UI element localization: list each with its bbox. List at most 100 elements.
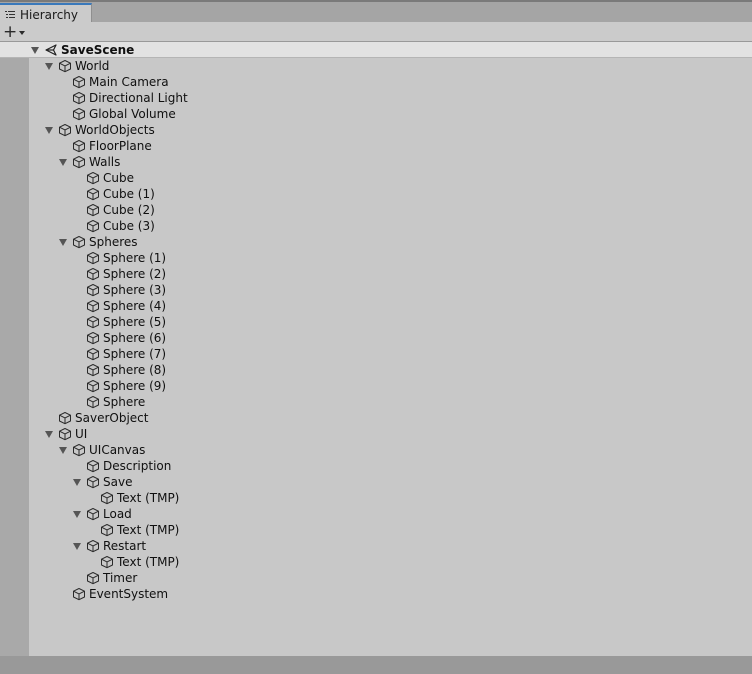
tab-label: Hierarchy xyxy=(20,7,79,22)
gameobject-cube-icon xyxy=(87,476,99,489)
tree-item[interactable]: Sphere (1) xyxy=(73,250,166,266)
tree-item-label: Restart xyxy=(103,539,147,553)
tree-item-label: Cube xyxy=(103,171,134,185)
plus-icon: + xyxy=(3,21,18,42)
gameobject-cube-icon xyxy=(87,316,99,329)
tree-item[interactable]: UICanvas xyxy=(59,442,145,458)
tree-item-label: Text (TMP) xyxy=(117,491,180,505)
gameobject-cube-icon xyxy=(73,76,85,89)
gameobject-cube-icon xyxy=(73,156,85,169)
scene-item[interactable]: SaveScene xyxy=(31,42,134,58)
foldout-expanded-icon[interactable] xyxy=(31,46,39,54)
tree-item-label: Text (TMP) xyxy=(117,523,180,537)
tree-item[interactable]: Sphere (8) xyxy=(73,362,166,378)
gameobject-cube-icon xyxy=(59,124,71,137)
add-button[interactable]: + xyxy=(3,23,29,41)
gameobject-cube-icon xyxy=(87,268,99,281)
tree-item[interactable]: Sphere (3) xyxy=(73,282,166,298)
tree-item[interactable]: Sphere (6) xyxy=(73,330,166,346)
tree-item[interactable]: Text (TMP) xyxy=(87,522,179,538)
gameobject-cube-icon xyxy=(101,492,113,505)
tree-item-label: Sphere (2) xyxy=(103,267,167,281)
foldout-expanded-icon[interactable] xyxy=(45,430,53,438)
hierarchy-window: Hierarchy + SaveScene World Main Camera Di… xyxy=(0,0,752,674)
gameobject-cube-icon xyxy=(87,348,99,361)
tree-item[interactable]: Main Camera xyxy=(59,74,169,90)
gameobject-cube-icon xyxy=(87,572,99,585)
tree-item[interactable]: SaverObject xyxy=(45,410,148,426)
gameobject-cube-icon xyxy=(87,540,99,553)
gameobject-cube-icon xyxy=(101,524,113,537)
tree-item[interactable]: Save xyxy=(73,474,132,490)
tree-item[interactable]: Directional Light xyxy=(59,90,188,106)
tree-item[interactable]: Sphere (5) xyxy=(73,314,166,330)
tree-item-label: Text (TMP) xyxy=(117,555,180,569)
tree-item-label: Sphere (7) xyxy=(103,347,167,361)
gameobject-cube-icon xyxy=(59,412,71,425)
gameobject-cube-icon xyxy=(73,140,85,153)
tree-item[interactable]: Walls xyxy=(59,154,120,170)
gameobject-cube-icon xyxy=(87,508,99,521)
gameobject-cube-icon xyxy=(87,284,99,297)
tree-item-label: UI xyxy=(75,427,88,441)
tree-item-label: Directional Light xyxy=(89,91,188,105)
tree-item[interactable]: Text (TMP) xyxy=(87,490,179,506)
gameobject-cube-icon xyxy=(87,172,99,185)
foldout-expanded-icon[interactable] xyxy=(59,158,67,166)
tree-item[interactable]: WorldObjects xyxy=(45,122,155,138)
tree-item[interactable]: Timer xyxy=(73,570,137,586)
tree-item[interactable]: Cube (2) xyxy=(73,202,155,218)
tree-item-label: Walls xyxy=(89,155,121,169)
tree-item[interactable]: Restart xyxy=(73,538,146,554)
chevron-down-icon xyxy=(19,31,26,35)
gameobject-cube-icon xyxy=(73,236,85,249)
tree-item-label: Cube (1) xyxy=(103,187,155,201)
tree-item[interactable]: EventSystem xyxy=(59,586,168,602)
tree-item[interactable]: Spheres xyxy=(59,234,138,250)
tree-item[interactable]: UI xyxy=(45,426,87,442)
tree-item-label: EventSystem xyxy=(89,587,169,601)
tree-item-label: Timer xyxy=(103,571,138,585)
foldout-expanded-icon[interactable] xyxy=(73,510,81,518)
tree-item[interactable]: Text (TMP) xyxy=(87,554,179,570)
tree-item[interactable]: Sphere (4) xyxy=(73,298,166,314)
tree-item[interactable]: Description xyxy=(73,458,171,474)
tree-item-label: Sphere (9) xyxy=(103,379,167,393)
tree-item-label: World xyxy=(75,59,110,73)
toolbar: + xyxy=(0,22,752,42)
tree-item[interactable]: Global Volume xyxy=(59,106,176,122)
tree-item[interactable]: Sphere (2) xyxy=(73,266,166,282)
tree-item[interactable]: Load xyxy=(73,506,132,522)
list-icon xyxy=(5,10,15,19)
foldout-expanded-icon[interactable] xyxy=(59,238,67,246)
gameobject-cube-icon xyxy=(59,428,71,441)
tree-item-label: Save xyxy=(103,475,133,489)
gameobject-cube-icon xyxy=(87,460,99,473)
tab-bar: Hierarchy xyxy=(0,0,752,24)
foldout-expanded-icon[interactable] xyxy=(73,478,81,486)
tree-item[interactable]: Sphere (7) xyxy=(73,346,166,362)
foldout-expanded-icon[interactable] xyxy=(45,62,53,70)
tree-item-label: SaverObject xyxy=(75,411,149,425)
foldout-expanded-icon[interactable] xyxy=(45,126,53,134)
tree-item[interactable]: Cube xyxy=(73,170,134,186)
tree-item[interactable]: World xyxy=(45,58,109,74)
tree-item-label: Sphere (6) xyxy=(103,331,167,345)
tree-item-label: Sphere (1) xyxy=(103,251,167,265)
scene-label: SaveScene xyxy=(61,43,135,57)
tab-hierarchy[interactable]: Hierarchy xyxy=(0,3,92,24)
gameobject-cube-icon xyxy=(73,588,85,601)
gameobject-cube-icon xyxy=(87,396,99,409)
gameobject-cube-icon xyxy=(59,60,71,73)
tree-item[interactable]: Cube (1) xyxy=(73,186,155,202)
gameobject-cube-icon xyxy=(87,380,99,393)
tree-item[interactable]: FloorPlane xyxy=(59,138,152,154)
gameobject-cube-icon xyxy=(87,252,99,265)
tree-item[interactable]: Cube (3) xyxy=(73,218,155,234)
tree-item[interactable]: Sphere (9) xyxy=(73,378,166,394)
tree-item-label: Spheres xyxy=(89,235,138,249)
foldout-expanded-icon[interactable] xyxy=(59,446,67,454)
tree-item-label: Cube (3) xyxy=(103,219,155,233)
foldout-expanded-icon[interactable] xyxy=(73,542,81,550)
tree-item[interactable]: Sphere xyxy=(73,394,145,410)
